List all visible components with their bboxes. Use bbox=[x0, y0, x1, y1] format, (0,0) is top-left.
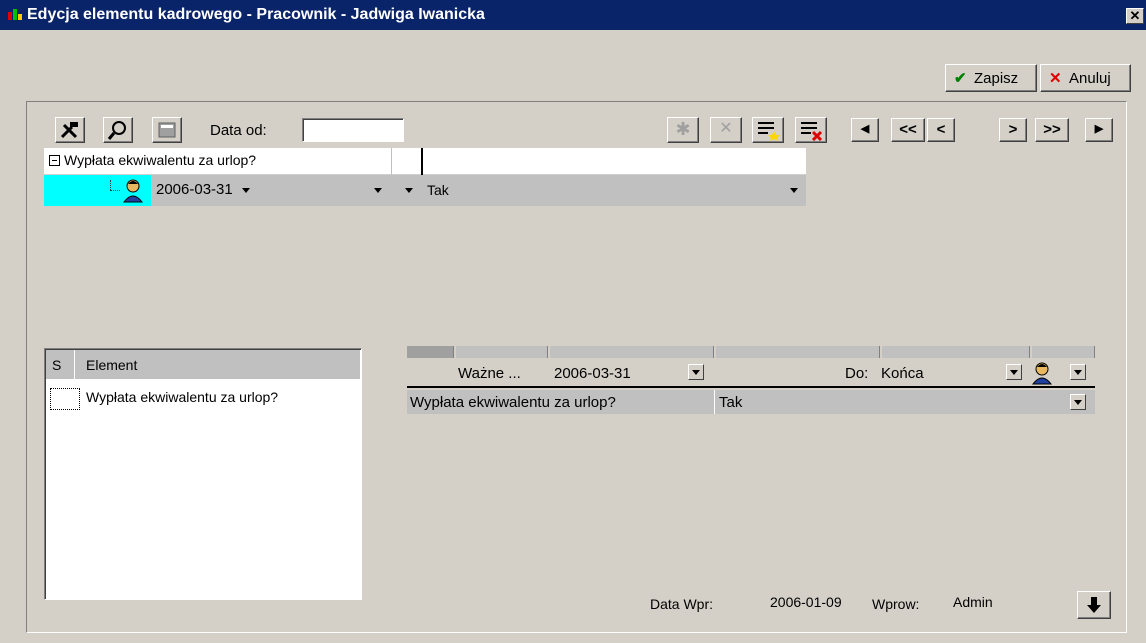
dropdown-arrow bbox=[1010, 370, 1018, 375]
valid-date-dropdown[interactable] bbox=[688, 364, 704, 380]
tree-connector bbox=[110, 190, 120, 191]
entered-by-value: Admin bbox=[953, 594, 993, 610]
delete-row-button[interactable] bbox=[795, 117, 827, 143]
entry-date-value: 2006-01-09 bbox=[770, 594, 842, 610]
tree-root-label[interactable]: Wypłata ekwiwalentu za urlop? bbox=[64, 152, 256, 168]
date-from-label: Data od: bbox=[210, 122, 267, 139]
add-row-button[interactable] bbox=[752, 117, 784, 143]
to-label: Do: bbox=[845, 365, 869, 382]
tools-icon bbox=[60, 122, 78, 139]
delete-record-button[interactable]: ✕ bbox=[710, 117, 742, 143]
person-dropdown[interactable] bbox=[1070, 364, 1086, 380]
calculator-button[interactable] bbox=[152, 117, 182, 143]
detail-col-header bbox=[716, 346, 880, 358]
save-button[interactable]: ✔ Zapisz bbox=[945, 64, 1037, 92]
column-s-header[interactable]: S bbox=[52, 357, 61, 373]
dropdown-arrow bbox=[692, 370, 700, 375]
dropdown-arrow bbox=[1074, 370, 1082, 375]
save-label: Zapisz bbox=[974, 70, 1019, 87]
nav-prev-page-button[interactable]: << bbox=[891, 118, 925, 142]
title-bar: Edycja elementu kadrowego - Pracownik - … bbox=[0, 0, 1146, 30]
detail-col-header bbox=[550, 346, 714, 358]
detail-col-header bbox=[456, 346, 548, 358]
date-dropdown-arrow[interactable] bbox=[242, 188, 250, 193]
nav-last-button[interactable]: ▶ bbox=[1085, 118, 1113, 142]
tools-button[interactable] bbox=[55, 117, 85, 143]
tree-row-date[interactable]: 2006-03-31 bbox=[156, 181, 233, 198]
detail-row-value[interactable]: Tak bbox=[719, 394, 742, 411]
window-title: Edycja elementu kadrowego - Pracownik - … bbox=[27, 6, 485, 23]
detail-col-header bbox=[1032, 346, 1095, 358]
cancel-icon: ✕ bbox=[1049, 70, 1062, 87]
detail-col-header bbox=[882, 346, 1030, 358]
calculator-icon bbox=[158, 122, 176, 138]
value-dropdown-arrow[interactable] bbox=[790, 188, 798, 193]
column-divider bbox=[714, 390, 715, 414]
tree-row-value[interactable]: Tak bbox=[427, 182, 449, 198]
date-from-input[interactable] bbox=[302, 118, 404, 142]
nav-next-button[interactable]: > bbox=[999, 118, 1027, 142]
magnifier-icon bbox=[107, 121, 126, 140]
detail-row-label: Wypłata ekwiwalentu za urlop? bbox=[410, 394, 616, 411]
column-divider bbox=[74, 350, 75, 379]
item-checkbox[interactable] bbox=[50, 388, 80, 410]
cancel-label: Anuluj bbox=[1069, 70, 1111, 87]
dropdown-arrow[interactable] bbox=[374, 188, 382, 193]
list-item-label: Wypłata ekwiwalentu za urlop? bbox=[86, 389, 279, 405]
detail-value-dropdown[interactable] bbox=[1070, 394, 1086, 410]
column-divider bbox=[391, 148, 392, 175]
delete-row-icon bbox=[801, 122, 823, 141]
close-button[interactable]: ✕ bbox=[1126, 8, 1144, 24]
to-dropdown[interactable] bbox=[1006, 364, 1022, 380]
nav-next-page-button[interactable]: >> bbox=[1035, 118, 1069, 142]
arrow-down-icon bbox=[1087, 597, 1101, 613]
entry-date-label: Data Wpr: bbox=[650, 596, 714, 612]
to-value[interactable]: Końca bbox=[881, 365, 924, 382]
check-icon: ✔ bbox=[954, 70, 967, 87]
search-button[interactable] bbox=[103, 117, 133, 143]
dropdown-arrow bbox=[1074, 400, 1082, 405]
dropdown-arrow[interactable] bbox=[405, 188, 413, 193]
nav-first-button[interactable]: ◀ bbox=[851, 118, 879, 142]
valid-label: Ważne ... bbox=[458, 365, 521, 382]
add-row-icon bbox=[758, 122, 780, 141]
new-record-button[interactable]: ✱ bbox=[667, 117, 699, 143]
list-item[interactable]: Wypłata ekwiwalentu za urlop? bbox=[46, 384, 360, 412]
nav-prev-button[interactable]: < bbox=[927, 118, 955, 142]
valid-date[interactable]: 2006-03-31 bbox=[554, 365, 631, 382]
scroll-down-button[interactable] bbox=[1077, 591, 1111, 619]
column-element-header[interactable]: Element bbox=[86, 357, 137, 373]
person-icon[interactable] bbox=[1030, 361, 1054, 385]
person-icon bbox=[120, 178, 146, 204]
entered-by-label: Wprow: bbox=[872, 596, 920, 612]
tree-connector bbox=[110, 180, 111, 190]
detail-header-tabs bbox=[407, 346, 1095, 358]
cancel-button[interactable]: ✕ Anuluj bbox=[1040, 64, 1131, 92]
detail-col-header bbox=[407, 346, 454, 358]
collapse-toggle[interactable] bbox=[49, 155, 60, 166]
app-icon bbox=[8, 8, 24, 22]
